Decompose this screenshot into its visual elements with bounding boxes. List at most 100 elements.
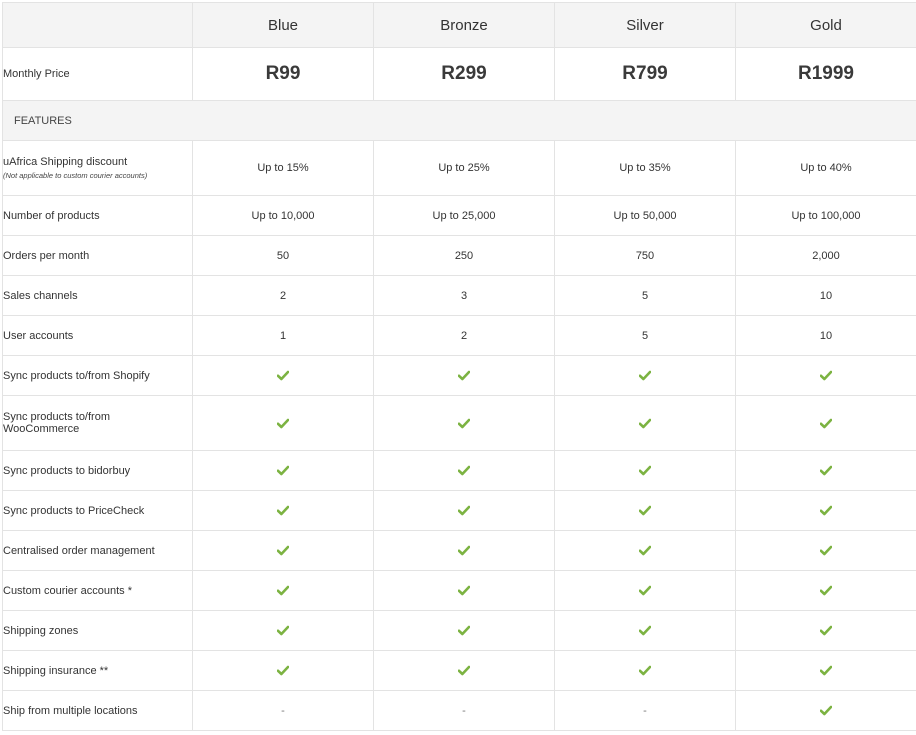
feature-label: User accounts — [3, 330, 73, 342]
feature-label-cell: Sync products to bidorbuy — [3, 451, 193, 491]
feature-row: Custom courier accounts * — [3, 571, 916, 611]
feature-value-text: 2,000 — [812, 250, 840, 262]
feature-label-cell: Sync products to/from Shopify — [3, 356, 193, 396]
feature-row: Orders per month502507502,000 — [3, 236, 916, 276]
feature-value-text: 250 — [455, 250, 473, 262]
feature-value-text: Up to 15% — [257, 162, 308, 174]
feature-value-bronze: 3 — [374, 276, 555, 316]
feature-value-gold — [736, 611, 916, 651]
feature-row: Number of productsUp to 10,000Up to 25,0… — [3, 196, 916, 236]
feature-label: Centralised order management — [3, 545, 155, 557]
feature-value-text: Up to 100,000 — [791, 210, 860, 222]
feature-label-cell: Shipping zones — [3, 611, 193, 651]
check-icon — [277, 545, 289, 556]
feature-value-bronze — [374, 571, 555, 611]
not-included-dash: - — [281, 705, 285, 717]
check-icon — [820, 465, 832, 476]
check-icon — [458, 418, 470, 429]
feature-value-gold — [736, 491, 916, 531]
check-icon — [639, 465, 651, 476]
check-icon — [458, 465, 470, 476]
feature-value-blue — [193, 531, 374, 571]
feature-value-silver: 5 — [555, 276, 736, 316]
check-icon — [458, 665, 470, 676]
feature-value-bronze — [374, 356, 555, 396]
check-icon — [639, 505, 651, 516]
feature-value-text: 2 — [461, 330, 467, 342]
feature-value-text: Up to 35% — [619, 162, 670, 174]
feature-value-text: Up to 25% — [438, 162, 489, 174]
feature-label-cell: User accounts — [3, 316, 193, 356]
feature-row: Sync products to/from WooCommerce — [3, 396, 916, 451]
check-icon — [820, 505, 832, 516]
feature-row: Shipping zones — [3, 611, 916, 651]
feature-value-gold: 10 — [736, 316, 916, 356]
feature-value-bronze — [374, 611, 555, 651]
feature-value-blue: 50 — [193, 236, 374, 276]
check-icon — [820, 705, 832, 716]
plan-header-row: Blue Bronze Silver Gold — [3, 3, 916, 48]
feature-label: Sync products to/from WooCommerce — [3, 411, 118, 435]
feature-row: Sync products to PriceCheck — [3, 491, 916, 531]
feature-value-silver — [555, 651, 736, 691]
feature-value-blue — [193, 396, 374, 451]
header-corner-cell — [3, 3, 193, 48]
price-bronze: R299 — [374, 48, 555, 101]
feature-value-silver — [555, 396, 736, 451]
feature-value-text: Up to 10,000 — [252, 210, 315, 222]
check-icon — [458, 505, 470, 516]
check-icon — [277, 370, 289, 381]
feature-value-blue — [193, 451, 374, 491]
feature-value-bronze: 250 — [374, 236, 555, 276]
feature-label-cell: Shipping insurance ** — [3, 651, 193, 691]
feature-row: Sales channels23510 — [3, 276, 916, 316]
feature-value-text: 10 — [820, 330, 832, 342]
check-icon — [277, 625, 289, 636]
feature-value-bronze — [374, 451, 555, 491]
feature-label: Ship from multiple locations — [3, 705, 138, 717]
check-icon — [458, 545, 470, 556]
feature-row: Shipping insurance ** — [3, 651, 916, 691]
price-blue: R99 — [193, 48, 374, 101]
feature-label-cell: Sync products to PriceCheck — [3, 491, 193, 531]
feature-row: User accounts 1 2 5 10 — [3, 316, 916, 356]
check-icon — [820, 545, 832, 556]
feature-value-text: Up to 40% — [800, 162, 851, 174]
feature-value-gold — [736, 651, 916, 691]
price-silver: R799 — [555, 48, 736, 101]
feature-value-bronze — [374, 396, 555, 451]
check-icon — [458, 625, 470, 636]
feature-value-text: 1 — [280, 330, 286, 342]
feature-value-silver: Up to 35% — [555, 141, 736, 196]
feature-value-bronze: 2 — [374, 316, 555, 356]
check-icon — [277, 465, 289, 476]
feature-value-gold — [736, 531, 916, 571]
check-icon — [820, 418, 832, 429]
feature-value-gold: 2,000 — [736, 236, 916, 276]
feature-label-cell: Orders per month — [3, 236, 193, 276]
feature-value-gold — [736, 571, 916, 611]
feature-row: Sync products to bidorbuy — [3, 451, 916, 491]
feature-label-cell: Ship from multiple locations — [3, 691, 193, 731]
feature-value-text: Up to 25,000 — [433, 210, 496, 222]
feature-value-silver — [555, 491, 736, 531]
feature-value-blue: 1 — [193, 316, 374, 356]
feature-value-blue — [193, 356, 374, 396]
check-icon — [820, 370, 832, 381]
check-icon — [639, 370, 651, 381]
feature-label: Sync products to PriceCheck — [3, 505, 144, 517]
feature-value-gold: Up to 40% — [736, 141, 916, 196]
check-icon — [277, 585, 289, 596]
monthly-price-label: Monthly Price — [3, 48, 193, 101]
feature-label-cell: Custom courier accounts * — [3, 571, 193, 611]
feature-value-bronze: - — [374, 691, 555, 731]
feature-value-text: 3 — [461, 290, 467, 302]
feature-value-bronze — [374, 531, 555, 571]
check-icon — [639, 545, 651, 556]
feature-row: Sync products to/from Shopify — [3, 356, 916, 396]
feature-value-silver — [555, 356, 736, 396]
feature-value-text: 5 — [642, 290, 648, 302]
feature-value-blue: Up to 10,000 — [193, 196, 374, 236]
feature-value-silver: 5 — [555, 316, 736, 356]
feature-row: Ship from multiple locations--- — [3, 691, 916, 731]
